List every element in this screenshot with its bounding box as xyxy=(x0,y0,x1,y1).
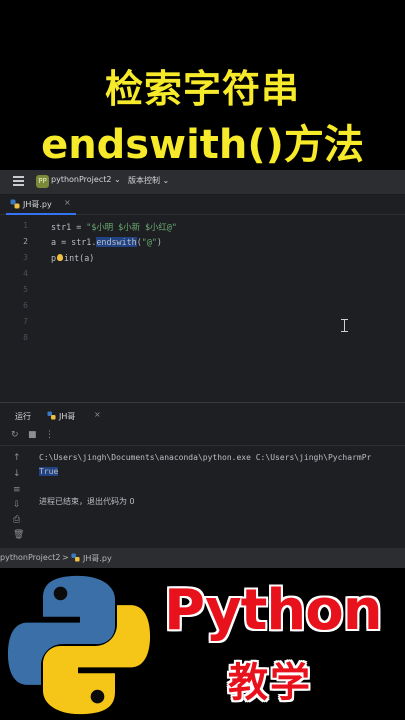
lightbulb-icon[interactable] xyxy=(57,254,63,261)
output-result: True xyxy=(39,467,59,476)
code-text: ) xyxy=(156,237,162,247)
string-literal: "$小明 $小新 $小红@" xyxy=(86,222,177,232)
output-result-text: True xyxy=(39,467,59,476)
run-tab[interactable]: JH哥 xyxy=(59,411,75,422)
run-panel-header: 运行 JH哥 × xyxy=(0,407,405,425)
run-toolbar: ↻ ■ ⋮ xyxy=(0,429,405,446)
code-text: str1 = xyxy=(51,222,87,232)
python-file-icon xyxy=(71,553,80,562)
project-selector[interactable]: pythonProject2 ⌄ xyxy=(51,175,121,184)
status-bar: pythonProject2 > JH哥.py xyxy=(0,548,405,568)
editor-tabbar: JH哥.py × xyxy=(0,195,405,215)
run-panel: 运行 JH哥 × ↻ ■ ⋮ ↑ ↓ ≡ ⇩ ⎙ 🗑 C:\Users\jing… xyxy=(0,402,405,568)
rerun-icon[interactable]: ↻ xyxy=(11,430,19,440)
line-number: 2 xyxy=(23,237,28,246)
line-gutter: 1 2 3 4 5 6 7 8 xyxy=(0,215,38,390)
close-icon[interactable]: × xyxy=(64,198,71,207)
scroll-to-end-icon[interactable]: ⇩ xyxy=(13,500,21,510)
stop-icon[interactable]: ■ xyxy=(28,430,37,440)
chevron-down-icon: ⌄ xyxy=(162,176,170,185)
soft-wrap-icon[interactable]: ≡ xyxy=(13,485,21,495)
project-badge[interactable]: PP xyxy=(36,175,49,188)
code-editor[interactable]: 1 2 3 4 5 6 7 8 str1 = "$小明 $小新 $小红@" a … xyxy=(0,215,405,395)
string-literal: "@" xyxy=(141,237,157,247)
title-line-2: endswith()方法 xyxy=(41,122,364,168)
more-icon[interactable]: ⋮ xyxy=(45,430,54,440)
brand-word: Python xyxy=(164,578,383,643)
line-number: 1 xyxy=(23,221,28,230)
line-number: 5 xyxy=(23,285,28,294)
code-line-2: a = str1.endswith("@") xyxy=(51,237,162,247)
title-line-1: 检索字符串 xyxy=(104,67,300,111)
code-text: int(a) xyxy=(64,253,95,263)
code-text: p xyxy=(51,253,57,263)
line-number: 6 xyxy=(23,301,28,310)
line-number: 7 xyxy=(23,317,28,326)
project-name: pythonProject2 xyxy=(51,175,112,184)
code-text: a = str1. xyxy=(51,237,97,247)
vcs-label: 版本控制 xyxy=(128,176,160,185)
print-icon[interactable]: ⎙ xyxy=(13,515,20,525)
arrow-up-icon[interactable]: ↑ xyxy=(13,453,21,463)
breadcrumb-project[interactable]: pythonProject2 xyxy=(0,553,60,562)
selected-method: endswith xyxy=(96,237,137,247)
text-cursor-icon xyxy=(341,331,348,332)
arrow-down-icon[interactable]: ↓ xyxy=(13,469,21,479)
ide-topbar: PP pythonProject2 ⌄ 版本控制 ⌄ xyxy=(0,170,405,195)
run-panel-title: 运行 xyxy=(15,412,31,421)
breadcrumb-file[interactable]: JH哥.py xyxy=(83,553,112,564)
video-title: 检索字符串 endswith()方法 xyxy=(0,0,405,170)
output-exit: 进程已结束，退出代码为 0 xyxy=(39,497,135,506)
line-number: 4 xyxy=(23,269,28,278)
code-line-1: str1 = "$小明 $小新 $小红@" xyxy=(51,221,177,233)
python-file-icon xyxy=(10,199,20,209)
python-logo-icon xyxy=(7,575,151,715)
vcs-menu[interactable]: 版本控制 ⌄ xyxy=(128,175,169,186)
main-menu-icon[interactable] xyxy=(13,176,24,187)
output-command: C:\Users\jingh\Documents\anaconda\python… xyxy=(39,453,372,462)
python-file-icon xyxy=(47,411,56,420)
breadcrumb-separator: > xyxy=(62,553,69,562)
brand-area: Python 教学 xyxy=(0,568,405,720)
line-number: 3 xyxy=(23,253,28,262)
editor-tab[interactable]: JH哥.py × xyxy=(6,195,76,215)
close-icon[interactable]: × xyxy=(94,410,101,419)
text-cursor-icon xyxy=(344,320,348,331)
line-number: 8 xyxy=(23,333,28,342)
trash-icon[interactable]: 🗑 xyxy=(13,530,24,540)
ide-window: PP pythonProject2 ⌄ 版本控制 ⌄ JH哥.py × 1 2 … xyxy=(0,170,405,568)
editor-tab-label: JH哥.py xyxy=(23,200,52,209)
brand-subtitle: 教学 xyxy=(228,660,312,706)
chevron-down-icon: ⌄ xyxy=(114,175,121,184)
